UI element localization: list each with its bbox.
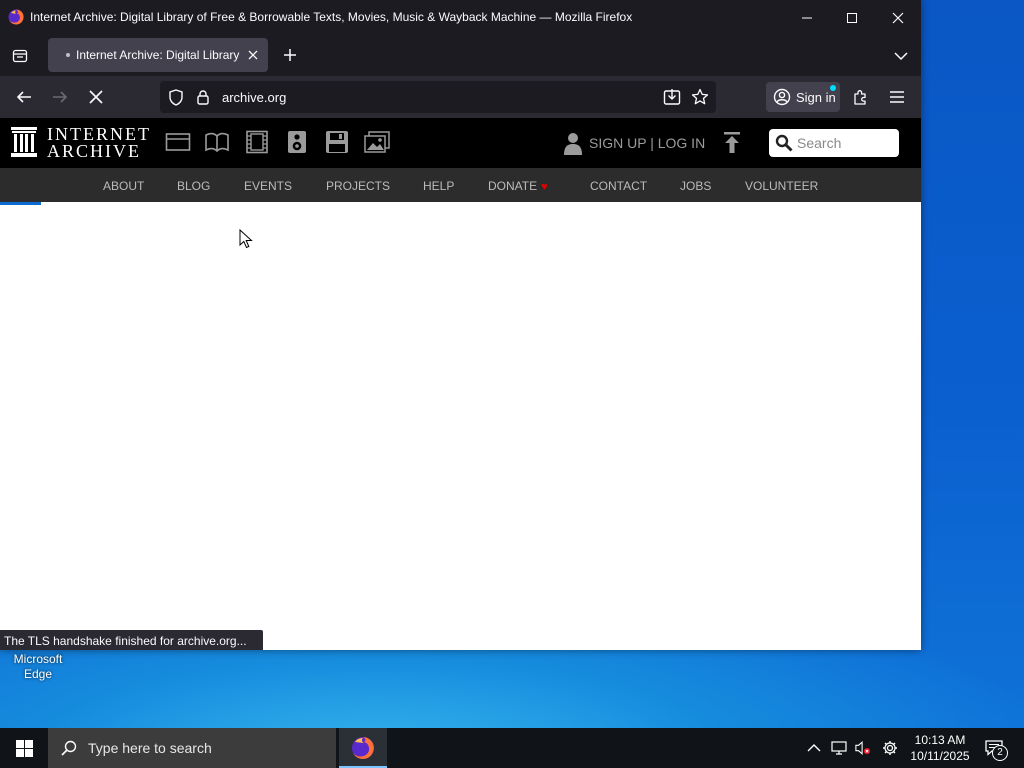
nav-blog[interactable]: BLOG: [177, 179, 210, 193]
upload-icon[interactable]: [722, 131, 742, 155]
site-top-nav: ABOUT BLOG EVENTS PROJECTS HELP DONATE ♥ …: [0, 168, 921, 202]
install-app-icon[interactable]: [663, 88, 681, 106]
nav-help[interactable]: HELP: [423, 179, 454, 193]
bookmark-star-icon[interactable]: [691, 88, 709, 106]
tab-internet-archive[interactable]: Internet Archive: Digital Library: [48, 38, 268, 72]
taskbar-firefox-button[interactable]: [339, 728, 387, 768]
tab-bar: Internet Archive: Digital Library: [0, 36, 921, 76]
nav-about[interactable]: ABOUT: [103, 179, 144, 193]
account-icon: [773, 88, 791, 106]
stop-icon: [89, 90, 103, 104]
sign-in-button[interactable]: Sign in: [766, 82, 840, 112]
window-title: Internet Archive: Digital Library of Fre…: [30, 10, 633, 24]
nav-donate: DONATE: [488, 179, 538, 193]
firefox-logo-icon: [8, 9, 24, 25]
taskbar: Type here to search 10:13 AM 10/11/2025 …: [0, 728, 1024, 768]
site-logo-text[interactable]: INTERNET ARCHIVE: [47, 125, 151, 161]
sign-up-log-in-link[interactable]: SIGN UP | LOG IN: [589, 135, 705, 151]
stop-button[interactable]: [82, 84, 110, 110]
settings-tray-button[interactable]: [882, 740, 898, 756]
status-text: The TLS handshake finished for archive.o…: [4, 634, 247, 648]
close-icon: [892, 12, 904, 24]
firefox-view-button[interactable]: [8, 44, 32, 68]
heart-icon: ♥: [541, 181, 548, 193]
action-center-button[interactable]: 2: [983, 740, 1008, 761]
page-load-progress-bar: [0, 202, 41, 205]
maximize-button[interactable]: [829, 0, 875, 36]
site-header: INTERNET ARCHIVE SIGN UP | LOG IN Search: [0, 118, 921, 168]
back-button[interactable]: [10, 84, 38, 110]
plus-icon: [284, 49, 296, 61]
firefox-window: Internet Archive: Digital Library of Fre…: [0, 0, 921, 650]
network-icon: [831, 741, 847, 755]
maximize-icon: [847, 13, 857, 23]
auth-link[interactable]: SIGN UP | LOG IN: [563, 130, 705, 156]
images-icon[interactable]: [364, 130, 390, 154]
taskbar-clock[interactable]: 10:13 AM 10/11/2025: [904, 732, 976, 764]
close-button[interactable]: [875, 0, 921, 36]
clock-date: 10/11/2025: [910, 749, 970, 763]
volume-tray-button[interactable]: [855, 740, 871, 756]
start-button[interactable]: [0, 728, 48, 768]
taskbar-search-placeholder: Type here to search: [88, 740, 212, 756]
firefox-icon: [352, 737, 374, 759]
logo-line-2: ARCHIVE: [47, 141, 141, 161]
network-tray-button[interactable]: [831, 740, 847, 756]
navigation-toolbar: archive.org Sign in: [0, 76, 921, 118]
show-hidden-icons-button[interactable]: [806, 740, 822, 756]
web-archive-icon[interactable]: [165, 130, 191, 154]
notification-count-badge: 2: [992, 745, 1008, 761]
nav-contact[interactable]: CONTACT: [590, 179, 647, 193]
extensions-button[interactable]: [847, 84, 875, 110]
nav-events[interactable]: EVENTS: [244, 179, 292, 193]
tab-close-button[interactable]: [244, 46, 262, 64]
search-icon: [61, 740, 77, 756]
gear-icon: [883, 741, 897, 755]
nav-jobs[interactable]: JOBS: [680, 179, 711, 193]
sign-in-label: Sign in: [796, 90, 836, 105]
taskbar-search-box[interactable]: Type here to search: [48, 728, 336, 768]
minimize-icon: [802, 17, 812, 19]
audio-speaker-icon[interactable]: [284, 130, 310, 154]
tab-loading-dot-icon: [66, 53, 70, 57]
app-menu-button[interactable]: [883, 84, 911, 110]
tab-label: Internet Archive: Digital Library: [76, 48, 240, 62]
nav-projects[interactable]: PROJECTS: [326, 179, 390, 193]
firefox-view-icon: [12, 49, 28, 63]
desktop-icon-microsoft-edge[interactable]: Microsoft Edge: [4, 652, 72, 682]
site-search-input[interactable]: [797, 133, 893, 153]
nav-donate-link[interactable]: DONATE ♥: [488, 179, 548, 193]
address-bar[interactable]: archive.org: [160, 81, 716, 113]
lock-icon[interactable]: [196, 89, 210, 105]
mouse-pointer-icon: [239, 229, 253, 249]
new-tab-button[interactable]: [280, 44, 300, 66]
list-all-tabs-button[interactable]: [891, 46, 911, 66]
windows-logo-icon: [15, 739, 33, 757]
software-floppy-icon[interactable]: [324, 130, 350, 154]
hamburger-menu-icon: [890, 91, 904, 103]
arrow-right-icon: [53, 91, 68, 103]
internet-archive-logo-icon[interactable]: [10, 126, 38, 158]
title-bar: Internet Archive: Digital Library of Fre…: [0, 0, 921, 36]
url-text[interactable]: archive.org: [222, 90, 286, 105]
tracking-protection-shield-icon[interactable]: [168, 89, 184, 106]
chevron-up-icon: [807, 744, 821, 752]
puzzle-piece-icon: [854, 90, 866, 105]
user-avatar-icon: [564, 133, 582, 155]
minimize-button[interactable]: [784, 0, 830, 36]
arrow-left-icon: [16, 91, 31, 103]
nav-volunteer[interactable]: VOLUNTEER: [745, 179, 818, 193]
forward-button[interactable]: [46, 84, 74, 110]
chevron-down-icon: [894, 52, 908, 61]
video-film-icon[interactable]: [244, 130, 270, 154]
search-icon: [775, 134, 793, 152]
clock-time: 10:13 AM: [914, 733, 966, 747]
site-search-box[interactable]: [769, 129, 899, 157]
texts-book-icon[interactable]: [204, 130, 230, 154]
volume-muted-icon: [855, 741, 871, 755]
close-icon: [248, 50, 258, 60]
status-panel: The TLS handshake finished for archive.o…: [0, 630, 263, 650]
